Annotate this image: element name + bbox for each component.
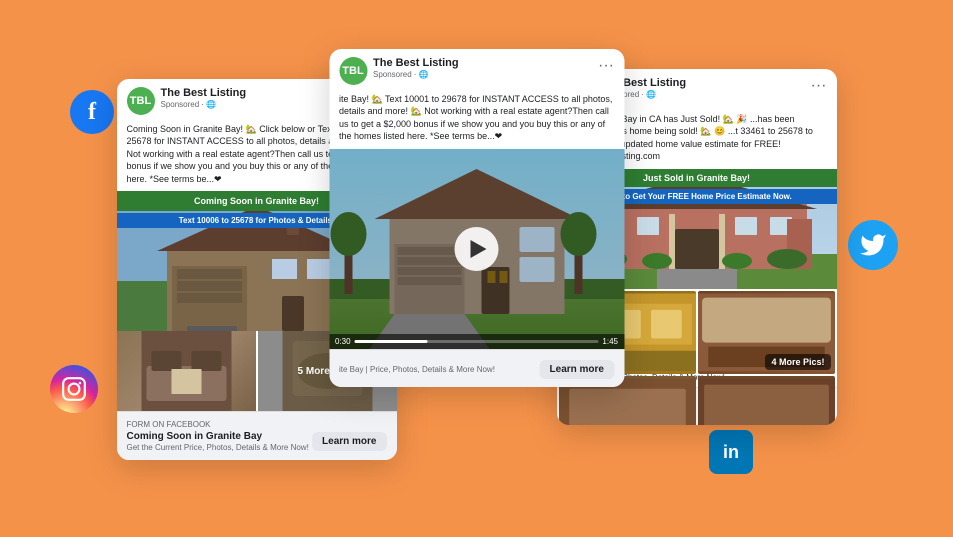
card-center-footer-row: ite Bay | Price, Photos, Details & More … [339,360,614,379]
card-center: TBL The Best Listing Sponsored · 🌐 ··· i… [329,49,624,387]
video-progress-fill [355,340,428,343]
card-left-footer-subtitle: Get the Current Price, Photos, Details &… [127,443,309,452]
card-center-video-bar: 0:30 1:45 [329,334,624,349]
card-left-learn-more[interactable]: Learn more [312,432,386,451]
card-center-menu-dots[interactable]: ··· [598,57,614,75]
card-right-sponsored: Sponsored · 🌐 [601,90,811,99]
video-progress-bar [355,340,599,343]
card-left-footer-title: Coming Soon in Granite Bay [127,431,309,442]
card-right-thumb-4 [698,376,835,426]
card-center-sponsored: Sponsored · 🌐 [373,70,598,79]
card-left-footer-info: Coming Soon in Granite Bay Get the Curre… [127,431,309,452]
card-left-avatar: TBL [127,87,155,115]
card-left-thumb-bedroom [117,331,256,411]
card-center-learn-more[interactable]: Learn more [540,360,614,379]
card-center-avatar: TBL [339,57,367,85]
facebook-icon: f [70,90,114,134]
card-center-footer: ite Bay | Price, Photos, Details & More … [329,349,624,387]
card-right-menu-dots[interactable]: ··· [811,77,827,95]
instagram-icon [50,365,98,413]
twitter-icon [848,220,898,270]
card-left-footer-tag: FORM ON FACEBOOK [127,420,387,429]
card-center-body: ite Bay! 🏡 Text 10001 to 29678 for INSTA… [329,93,624,149]
card-center-footer-subtitle: ite Bay | Price, Photos, Details & More … [339,365,495,374]
cards-container: TBL The Best Listing Sponsored · 🌐 ··· C… [117,49,837,489]
card-center-name: The Best Listing [373,57,598,70]
card-right-header-text: The Best Listing Sponsored · 🌐 [601,77,811,99]
card-right-thumb-interior: 4 More Pics! [698,291,835,374]
card-left-footer: FORM ON FACEBOOK Coming Soon in Granite … [117,411,397,460]
play-triangle-icon [470,240,486,258]
card-center-video-overlay[interactable] [329,149,624,349]
play-button[interactable] [455,227,499,271]
card-center-header: TBL The Best Listing Sponsored · 🌐 ··· [329,49,624,93]
card-right-more-pics: 4 More Pics! [765,354,830,370]
card-right-name: The Best Listing [601,77,811,90]
card-left-footer-row: Coming Soon in Granite Bay Get the Curre… [127,431,387,452]
card-center-header-text: The Best Listing Sponsored · 🌐 [373,57,598,79]
card-center-main-image: 0:30 1:45 [329,149,624,349]
